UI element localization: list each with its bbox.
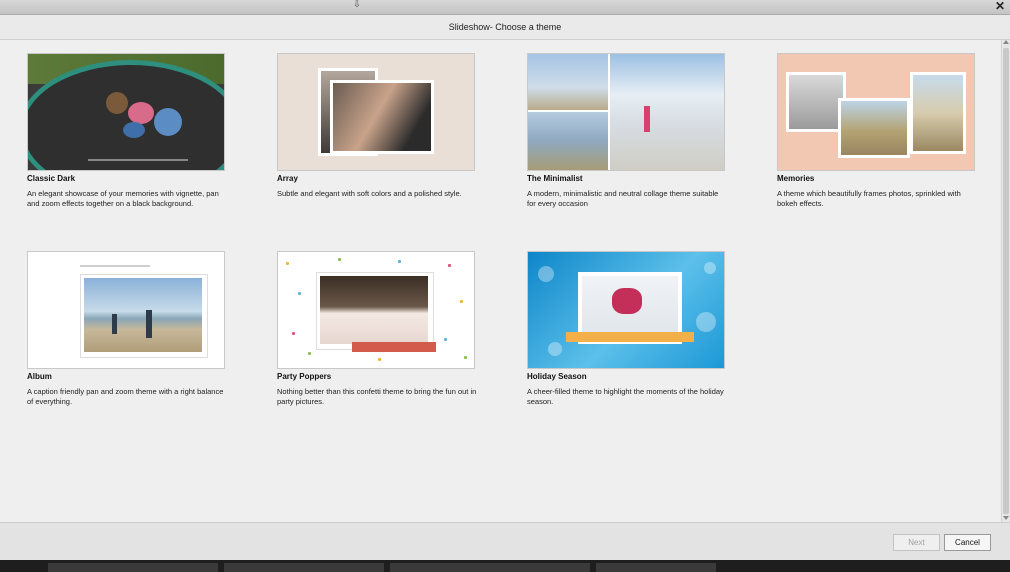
holiday-season-thumbnail[interactable] — [527, 251, 725, 369]
taskbar — [0, 560, 1010, 572]
the-minimalist-thumbnail[interactable] — [527, 53, 725, 171]
theme-description: A caption friendly pan and zoom theme wi… — [27, 387, 224, 406]
window-topbar: ⇩ ✕ — [0, 0, 1010, 15]
theme-description: An elegant showcase of your memories wit… — [27, 189, 219, 208]
album-thumbnail[interactable] — [27, 251, 225, 369]
cancel-button[interactable]: Cancel — [944, 534, 991, 551]
classic-dark-thumbnail[interactable] — [27, 53, 225, 171]
theme-title: Memories — [777, 174, 815, 183]
next-button[interactable]: Next — [893, 534, 940, 551]
close-icon[interactable]: ✕ — [994, 0, 1006, 13]
theme-description: A theme which beautifully frames photos,… — [777, 189, 961, 208]
array-thumbnail[interactable] — [277, 53, 475, 171]
theme-title: Holiday Season — [527, 372, 587, 381]
dialog-footer: Next Cancel — [0, 522, 1010, 561]
theme-title: The Minimalist — [527, 174, 583, 183]
scroll-up-icon[interactable] — [1003, 40, 1009, 44]
theme-description: A cheer-filled theme to highlight the mo… — [527, 387, 724, 406]
theme-title: Party Poppers — [277, 372, 332, 381]
drag-handle-icon[interactable]: ⇩ — [352, 0, 362, 10]
party-poppers-thumbnail[interactable] — [277, 251, 475, 369]
theme-title: Album — [27, 372, 52, 381]
scroll-down-icon[interactable] — [1003, 516, 1009, 520]
theme-description: Subtle and elegant with soft colors and … — [277, 189, 462, 198]
scroll-thumb[interactable] — [1003, 48, 1009, 514]
slideshow-dialog: ⇩ ✕ Slideshow- Choose a theme Classic Da… — [0, 0, 1010, 561]
theme-description: A modern, minimalistic and neutral colla… — [527, 189, 719, 208]
dialog-title: Slideshow- Choose a theme — [0, 15, 1010, 40]
theme-gallery: Classic Dark An elegant showcase of your… — [0, 40, 1000, 522]
theme-description: Nothing better than this confetti theme … — [277, 387, 477, 406]
memories-thumbnail[interactable] — [777, 53, 975, 171]
theme-title: Array — [277, 174, 298, 183]
theme-title: Classic Dark — [27, 174, 76, 183]
vertical-scrollbar[interactable] — [1001, 40, 1010, 522]
